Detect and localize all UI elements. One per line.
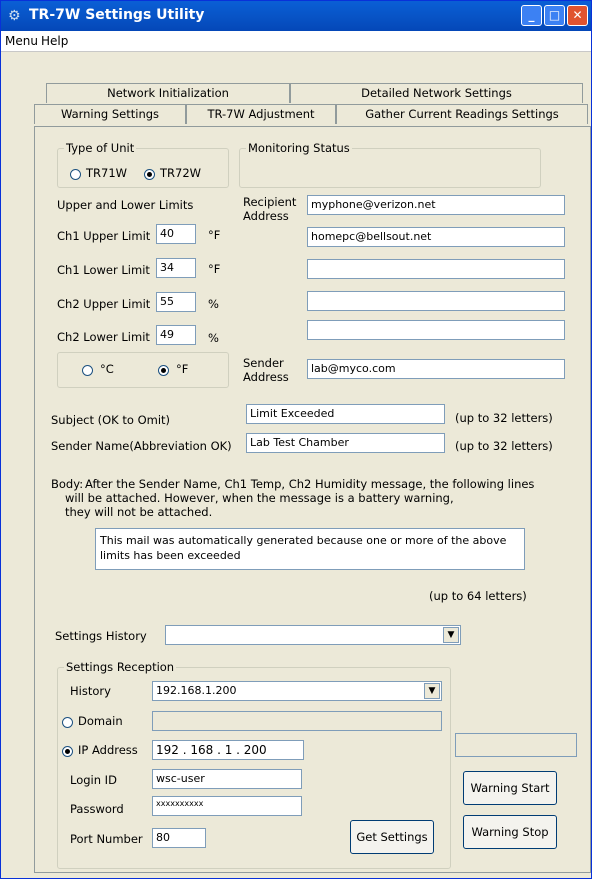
recipient-address-label: Address	[243, 209, 289, 223]
ch2-lower-input[interactable]: 49	[156, 325, 196, 345]
tab-detailed-network-settings[interactable]: Detailed Network Settings	[290, 83, 583, 103]
celsius-label: °C	[100, 362, 114, 376]
fahrenheit-radio[interactable]	[158, 365, 169, 376]
menu-item-menu[interactable]: Menu	[5, 34, 38, 48]
fahrenheit-label: °F	[176, 362, 189, 376]
domain-label: Domain	[78, 714, 123, 728]
app-window: ⚙ TR-7W Settings Utility _ □ ✕ Menu Help…	[0, 0, 592, 879]
password-label: Password	[70, 802, 124, 816]
ch2-lower-label: Ch2 Lower Limit	[57, 330, 150, 344]
recipient-address-3[interactable]	[307, 259, 565, 279]
menu-item-help[interactable]: Help	[41, 34, 68, 48]
sender-name-label: Sender Name(Abbreviation OK)	[51, 439, 232, 453]
tab-warning-settings[interactable]: Warning Settings	[34, 104, 186, 124]
settings-history-dropdown[interactable]: ▼	[165, 625, 461, 645]
sender-address-label: Address	[243, 370, 289, 384]
reception-history-dropdown[interactable]: 192.168.1.200 ▼	[152, 681, 442, 701]
get-settings-button[interactable]: Get Settings	[350, 820, 434, 854]
tab-gather-current-readings[interactable]: Gather Current Readings Settings	[336, 104, 588, 124]
temp-unit-group: °C °F	[57, 352, 229, 388]
ch2-upper-label: Ch2 Upper Limit	[57, 297, 151, 311]
recipient-label: Recipient	[243, 195, 297, 209]
ch1-lower-input[interactable]: 34	[156, 258, 196, 278]
login-id-label: Login ID	[70, 773, 117, 787]
tr71w-radio[interactable]	[70, 169, 81, 180]
ch1-lower-label: Ch1 Lower Limit	[57, 263, 150, 277]
ch2-lower-unit: %	[208, 331, 219, 345]
body-instruction-3: they will not be attached.	[65, 505, 213, 519]
ch1-upper-unit: °F	[208, 228, 221, 242]
unit-type-group: Type of Unit TR71W TR72W	[57, 141, 229, 188]
app-icon: ⚙	[8, 8, 21, 24]
tr71w-label: TR71W	[86, 166, 128, 180]
tab-network-initialization[interactable]: Network Initialization	[46, 83, 290, 103]
domain-input[interactable]	[152, 711, 442, 731]
monitoring-status-group: Monitoring Status	[239, 141, 541, 188]
recipient-address-2[interactable]: homepc@bellsout.net	[307, 227, 565, 247]
ip-address-radio[interactable]	[62, 746, 73, 757]
ch1-upper-label: Ch1 Upper Limit	[57, 229, 151, 243]
warning-stop-button[interactable]: Warning Stop	[463, 815, 557, 849]
title-bar: ⚙ TR-7W Settings Utility _ □ ✕	[1, 1, 591, 31]
menu-bar: Menu Help	[1, 31, 591, 52]
recipient-address-5[interactable]	[307, 320, 565, 340]
recipient-address-1[interactable]: myphone@verizon.net	[307, 195, 565, 215]
settings-reception-group: Settings Reception History 192.168.1.200…	[57, 660, 451, 869]
subject-input[interactable]: Limit Exceeded	[246, 404, 445, 424]
warning-settings-panel: Type of Unit TR71W TR72W Monitoring Stat…	[34, 126, 591, 873]
body-instruction-1: After the Sender Name, Ch1 Temp, Ch2 Hum…	[85, 477, 535, 491]
subject-label: Subject (OK to Omit)	[51, 413, 171, 427]
domain-radio[interactable]	[62, 717, 73, 728]
unit-type-legend: Type of Unit	[64, 141, 137, 155]
login-id-input[interactable]: wsc-user	[152, 769, 302, 789]
reception-history-label: History	[70, 684, 111, 698]
sender-address-input[interactable]: lab@myco.com	[307, 359, 565, 379]
body-instruction-2: will be attached. However, when the mess…	[65, 491, 454, 505]
tab-tr7w-adjustment[interactable]: TR-7W Adjustment	[186, 104, 336, 124]
body-limit-note: (up to 64 letters)	[429, 589, 527, 603]
ch1-upper-input[interactable]: 40	[156, 224, 196, 244]
settings-history-label: Settings History	[55, 629, 147, 643]
sender-name-limit-note: (up to 32 letters)	[455, 439, 553, 453]
close-button[interactable]: ✕	[567, 5, 588, 26]
monitoring-status-legend: Monitoring Status	[246, 141, 352, 155]
body-message-input[interactable]: This mail was automatically generated be…	[95, 528, 525, 570]
limits-heading: Upper and Lower Limits	[57, 198, 194, 212]
tr72w-radio[interactable]	[144, 169, 155, 180]
chevron-down-icon[interactable]: ▼	[424, 683, 440, 699]
warning-status-field	[455, 733, 577, 757]
sender-label: Sender	[243, 356, 284, 370]
reception-history-value: 192.168.1.200	[156, 684, 237, 697]
body-label: Body:	[51, 477, 84, 491]
maximize-button[interactable]: □	[544, 5, 565, 26]
tr72w-label: TR72W	[160, 166, 202, 180]
settings-reception-legend: Settings Reception	[64, 660, 177, 674]
ch2-upper-input[interactable]: 55	[156, 292, 196, 312]
ch2-upper-unit: %	[208, 297, 219, 311]
window-title: TR-7W Settings Utility	[29, 7, 205, 23]
sender-name-input[interactable]: Lab Test Chamber	[246, 433, 445, 453]
subject-limit-note: (up to 32 letters)	[455, 411, 553, 425]
ch1-lower-unit: °F	[208, 262, 221, 276]
minimize-button[interactable]: _	[521, 5, 542, 26]
recipient-address-4[interactable]	[307, 291, 565, 311]
chevron-down-icon[interactable]: ▼	[443, 627, 459, 643]
port-number-label: Port Number	[70, 832, 143, 846]
celsius-radio[interactable]	[82, 365, 93, 376]
port-number-input[interactable]: 80	[152, 828, 206, 848]
ip-address-label: IP Address	[78, 743, 138, 757]
warning-start-button[interactable]: Warning Start	[463, 771, 557, 805]
ip-address-input[interactable]: 192 . 168 . 1 . 200	[152, 740, 304, 760]
password-input[interactable]: xxxxxxxxxx	[152, 796, 302, 816]
